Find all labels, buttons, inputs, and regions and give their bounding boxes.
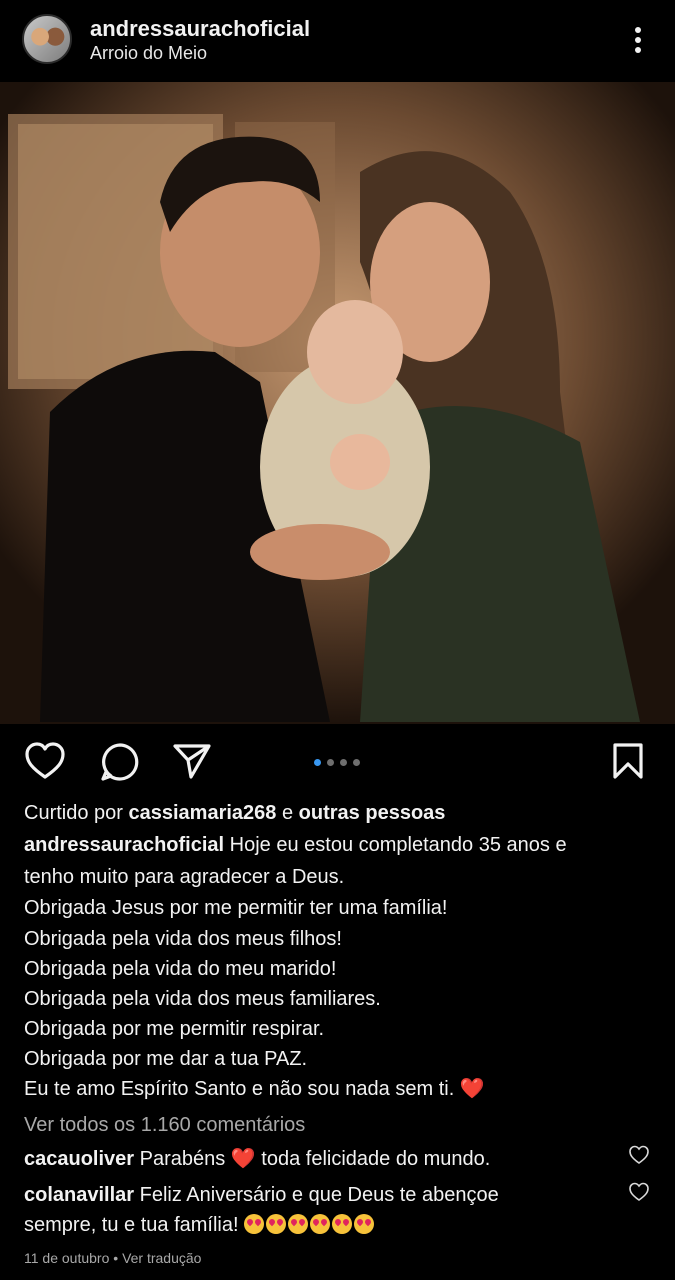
comment-text: Parabéns <box>139 1148 226 1170</box>
heart-emoji: ❤️ <box>230 1148 256 1170</box>
heart-eyes-emojis <box>244 1214 376 1236</box>
caption-text-line: Obrigada pela vida dos meus filhos! <box>24 928 342 950</box>
small-heart-icon[interactable] <box>628 1145 650 1165</box>
likes-prefix: Curtido por <box>24 802 123 824</box>
heart-eyes-emoji <box>310 1214 331 1234</box>
likes-connector: e <box>281 802 294 824</box>
post-location[interactable]: Arroio do Meio <box>90 43 207 64</box>
comment-text: sempre, tu e tua família! <box>24 1214 239 1236</box>
comment-continued: sempre, tu e tua família! <box>24 1210 376 1240</box>
likes-others[interactable]: outras pessoas <box>299 802 446 824</box>
caption-text-line: tenho muito para agradecer a Deus. <box>24 866 345 888</box>
heart-eyes-emoji <box>266 1214 287 1234</box>
caption-author[interactable]: andressaurachoficial <box>24 834 224 856</box>
caption-text-line: Hoje eu estou completando 35 anos e <box>229 834 567 856</box>
bookmark-icon[interactable] <box>610 742 646 780</box>
comment-text: Feliz Aniversário e que Deus te abençoe <box>139 1184 499 1206</box>
post-date: 11 de outubro <box>24 1250 110 1266</box>
post-footer: 11 de outubro • Ver tradução <box>24 1250 201 1266</box>
caption-text-line: Obrigada pela vida do meu marido! <box>24 958 337 980</box>
caption-text-line: Obrigada por me permitir respirar. <box>24 1018 325 1040</box>
comment-username[interactable]: colanavillar <box>24 1184 134 1206</box>
caption-text-line: Eu te amo Espírito Santo e não sou nada … <box>24 1078 455 1100</box>
heart-eyes-emoji <box>332 1214 353 1234</box>
comment-text: toda felicidade do mundo. <box>261 1148 491 1170</box>
translate-link[interactable]: Ver tradução <box>122 1250 201 1266</box>
carousel-dot <box>327 759 334 767</box>
carousel-dot <box>340 759 347 767</box>
heart-eyes-emoji <box>288 1214 309 1234</box>
post-photo[interactable] <box>0 82 675 724</box>
likes-line: Curtido por cassiamaria268 e outras pess… <box>24 798 445 828</box>
caption-last-line: Eu te amo Espírito Santo e não sou nada … <box>24 1074 485 1104</box>
view-all-comments-link[interactable]: Ver todos os 1.160 comentários <box>24 1110 305 1140</box>
separator: • <box>113 1250 119 1266</box>
carousel-indicator <box>314 754 366 767</box>
heart-eyes-emoji <box>354 1214 375 1234</box>
avatar[interactable] <box>22 14 72 64</box>
small-heart-icon[interactable] <box>628 1182 650 1202</box>
comment: colanavillar Feliz Aniversário e que Deu… <box>24 1180 499 1210</box>
carousel-dot <box>314 759 321 767</box>
caption-text-line: Obrigada por me dar a tua PAZ. <box>24 1048 308 1070</box>
heart-emoji: ❤️ <box>459 1078 485 1100</box>
post-header: andressaurachoficial Arroio do Meio <box>0 0 675 82</box>
more-vertical-icon[interactable] <box>626 22 650 58</box>
caption-text-line: Obrigada Jesus por me permitir ter uma f… <box>24 897 448 919</box>
comment: cacauoliver Parabéns ❤️ toda felicidade … <box>24 1144 490 1174</box>
heart-icon[interactable] <box>24 742 66 780</box>
caption-line-1: andressaurachoficial Hoje eu estou compl… <box>24 830 567 860</box>
comment-username[interactable]: cacauoliver <box>24 1148 134 1170</box>
post-username[interactable]: andressaurachoficial <box>90 16 310 42</box>
likes-user[interactable]: cassiamaria268 <box>129 802 277 824</box>
heart-eyes-emoji <box>244 1214 265 1234</box>
share-icon[interactable] <box>172 742 212 780</box>
carousel-dot <box>353 759 360 767</box>
comment-icon[interactable] <box>100 742 140 782</box>
caption-text-line: Obrigada pela vida dos meus familiares. <box>24 988 381 1010</box>
